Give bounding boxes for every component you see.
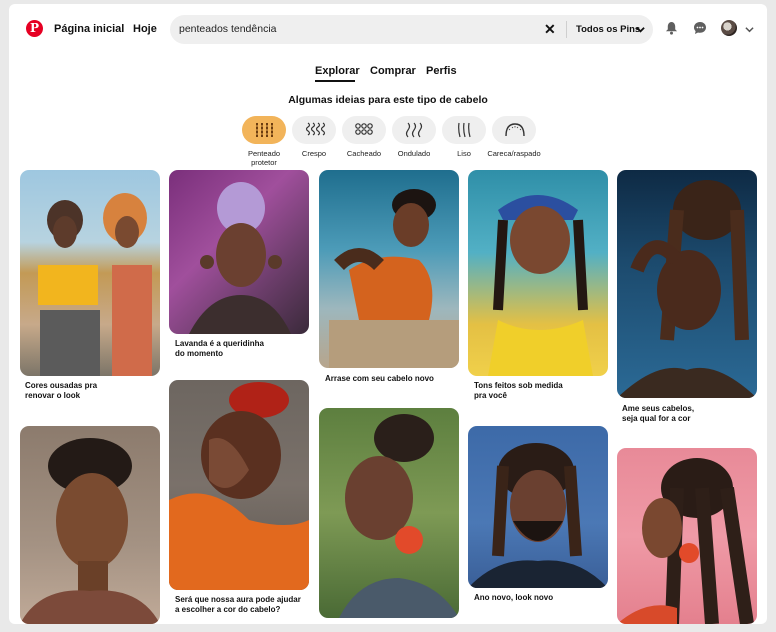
tab-perfis[interactable]: Perfis	[426, 65, 457, 77]
straight-hair-icon	[458, 122, 471, 138]
wavy-hair-icon	[405, 122, 423, 138]
filter-crespo[interactable]	[292, 116, 336, 144]
chevron-down-icon[interactable]	[636, 25, 645, 34]
curly-hair-icon	[355, 123, 373, 135]
clear-icon[interactable]: ✕	[544, 21, 556, 38]
filter-cacheado[interactable]	[342, 116, 386, 144]
pin-image[interactable]	[319, 408, 459, 618]
tab-explorar[interactable]: Explorar	[315, 65, 360, 77]
dreads-beard-photo	[468, 443, 608, 588]
people-photo	[38, 193, 152, 376]
pin-caption[interactable]: Será que nossa aura pode ajudar a escolhe…	[175, 595, 301, 615]
yellow-top-photo	[488, 195, 593, 376]
chat-icon[interactable]	[693, 21, 707, 35]
nav-today-link[interactable]: Hoje	[133, 23, 157, 35]
pinterest-logo-icon[interactable]: P	[26, 20, 43, 37]
braids-icon	[255, 123, 274, 137]
coily-hair-icon	[305, 122, 326, 136]
pin-image[interactable]	[20, 426, 160, 624]
pin-image[interactable]	[617, 170, 757, 398]
pin-caption[interactable]: Cores ousadas pra renovar o look	[25, 381, 97, 401]
lavender-hair-photo	[189, 182, 291, 334]
pin-image[interactable]	[319, 170, 459, 368]
shaved-head-icon	[505, 123, 525, 137]
twists-photo	[339, 414, 459, 618]
pin-image[interactable]	[468, 426, 608, 588]
pin-image[interactable]	[20, 170, 160, 376]
pin-caption[interactable]: Lavanda é a queridinha do momento	[175, 339, 264, 359]
pin-image[interactable]	[169, 380, 309, 590]
pin-image[interactable]	[617, 448, 757, 624]
account-chevron-down-icon[interactable]	[745, 25, 754, 34]
pin-caption[interactable]: Tons feitos sob medida pra você	[474, 381, 563, 401]
pin-caption[interactable]: Ano novo, look novo	[474, 593, 553, 603]
active-tab-underline	[315, 80, 355, 82]
filter-careca-raspado[interactable]	[492, 116, 536, 144]
orange-top-photo	[169, 382, 309, 590]
pin-caption[interactable]: Ame seus cabelos, seja qual for a cor	[622, 404, 694, 424]
long-braids-photo	[617, 458, 754, 624]
filter-label: Careca/raspado	[487, 149, 541, 158]
portrait-photo	[20, 438, 160, 624]
top-nav: P Página inicial Hoje penteados tendênci…	[9, 4, 767, 54]
tab-comprar[interactable]: Comprar	[370, 65, 416, 77]
pin-image[interactable]	[169, 170, 309, 334]
ideas-title: Algumas ideias para este tipo de cabelo	[288, 94, 488, 106]
nav-home-link[interactable]: Página inicial	[54, 23, 124, 35]
search-bar[interactable]: penteados tendência ✕ Todos os Pins	[170, 15, 653, 44]
avatar[interactable]	[721, 20, 737, 36]
arrase-photo	[329, 189, 459, 368]
bun-photo	[617, 180, 757, 398]
pin-caption[interactable]: Arrase com seu cabelo novo	[325, 374, 434, 384]
filter-penteado-protetor[interactable]	[242, 116, 286, 144]
search-input[interactable]: penteados tendência	[179, 23, 277, 35]
bell-icon[interactable]	[665, 21, 678, 35]
pinterest-window: P Página inicial Hoje penteados tendênci…	[9, 4, 767, 624]
pin-image[interactable]	[468, 170, 608, 376]
scope-dropdown[interactable]: Todos os Pins	[576, 24, 640, 35]
filter-ondulado[interactable]	[392, 116, 436, 144]
search-divider	[566, 21, 567, 38]
filter-liso[interactable]	[442, 116, 486, 144]
